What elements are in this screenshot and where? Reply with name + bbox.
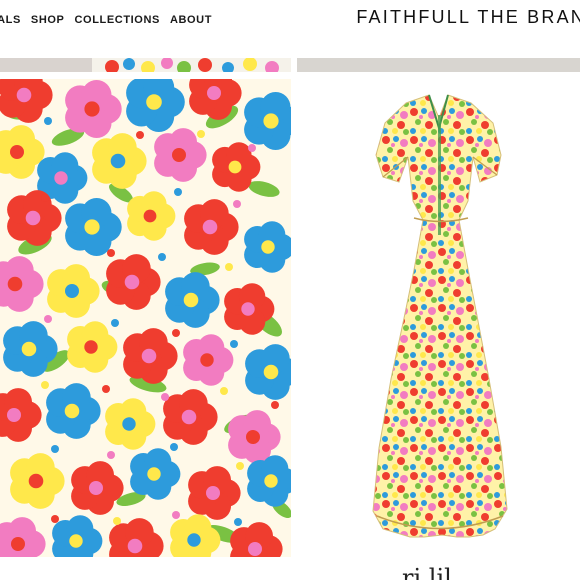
main-nav: VALS SHOP COLLECTIONS ABOUT [0, 14, 212, 26]
floral-dress-illustration [372, 94, 508, 538]
site-header: VALS SHOP COLLECTIONS ABOUT FAITHFULL TH… [0, 0, 580, 58]
product-page: VALS SHOP COLLECTIONS ABOUT FAITHFULL TH… [0, 0, 580, 580]
brand-logo-text[interactable]: FAITHFULL THE BRAN [356, 7, 580, 28]
nav-about[interactable]: ABOUT [170, 14, 212, 26]
dress-product-image[interactable] [297, 79, 580, 557]
fabric-detail-image[interactable] [0, 79, 291, 557]
nav-collections[interactable]: COLLECTIONS [75, 14, 160, 26]
previous-image-strip-right [297, 58, 580, 72]
nav-new-arrivals[interactable]: VALS [0, 14, 21, 26]
nav-shop[interactable]: SHOP [31, 14, 65, 26]
floral-fabric-pattern [0, 79, 291, 557]
previous-image-preview [0, 58, 291, 72]
product-title-partial: ri lil [402, 566, 452, 580]
previous-image-strip-left [0, 58, 291, 72]
